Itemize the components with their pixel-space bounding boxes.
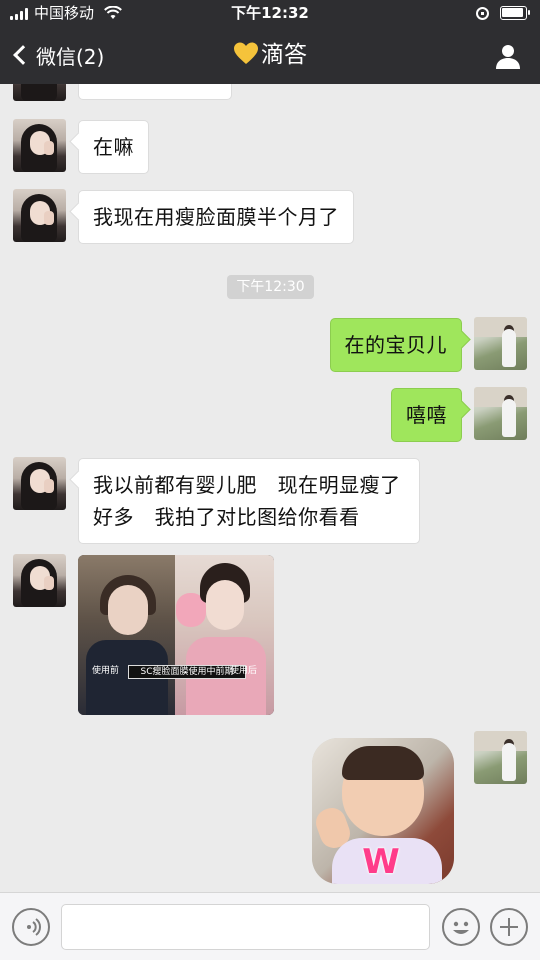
my-avatar[interactable] [474, 387, 527, 440]
emoji-icon [453, 921, 469, 934]
sticker-message[interactable]: W [312, 738, 454, 884]
message-bubble-outgoing[interactable]: 在的宝贝儿 [329, 318, 462, 372]
contact-avatar[interactable] [13, 189, 66, 242]
message-timestamp: 下午12:30 [227, 275, 314, 299]
message-bubble-incoming[interactable]: 我以前都有婴儿肥 现在明显瘦了 好多 我拍了对比图给你看看 [78, 458, 420, 544]
comparison-photo[interactable]: 使用前 SC瘦脸面膜使用中前期 使用后 [78, 555, 274, 715]
message-bubble-partial[interactable] [78, 84, 232, 100]
my-avatar[interactable] [474, 731, 527, 784]
chat-title: 滴答 [0, 38, 540, 72]
message-text: 在的宝贝儿 [344, 333, 447, 357]
message-input[interactable] [61, 904, 430, 950]
message-text: 在嘛 [93, 135, 134, 159]
contact-avatar[interactable] [13, 119, 66, 172]
sticker-letter: W [362, 842, 400, 882]
status-bar: 中国移动 下午12:32 [0, 0, 540, 26]
emoji-button[interactable] [442, 908, 480, 946]
photo-caption-after: 使用后 [230, 666, 258, 676]
message-text: 我现在用瘦脸面膜半个月了 [93, 205, 339, 229]
voice-icon [27, 918, 41, 936]
my-avatar[interactable] [474, 317, 527, 370]
contact-avatar[interactable] [13, 554, 66, 607]
message-text: 嘻嘻 [406, 403, 447, 427]
message-bubble-outgoing[interactable]: 嘻嘻 [391, 388, 462, 442]
top-bar: 中国移动 下午12:32 微信(2) 滴答 [0, 0, 540, 84]
message-bubble-incoming[interactable]: 在嘛 [78, 120, 149, 174]
status-time: 下午12:32 [231, 4, 309, 22]
message-text-line: 好多 我拍了对比图给你看看 [93, 505, 360, 529]
chat-title-text: 滴答 [261, 42, 307, 68]
plus-icon [500, 918, 518, 936]
message-bubble-incoming[interactable]: 我现在用瘦脸面膜半个月了 [78, 190, 354, 244]
contact-avatar[interactable] [13, 84, 66, 101]
contact-avatar[interactable] [13, 457, 66, 510]
more-button[interactable] [490, 908, 528, 946]
input-bar [0, 892, 540, 960]
photo-caption-before: 使用前 [92, 666, 120, 676]
yellow-heart-icon [234, 42, 258, 64]
photo-caption-middle: SC瘦脸面膜使用中前期 [128, 665, 246, 679]
battery-icon [500, 6, 530, 20]
voice-button[interactable] [12, 908, 50, 946]
orientation-lock-icon [476, 7, 489, 20]
message-text-line: 我以前都有婴儿肥 现在明显瘦了 [93, 473, 401, 497]
chat-area[interactable]: 在嘛 我现在用瘦脸面膜半个月了 下午12:30 在的宝贝儿 嘻嘻 我以前都有婴儿… [0, 84, 540, 892]
person-icon[interactable] [494, 42, 522, 70]
nav-bar: 微信(2) 滴答 [0, 26, 540, 84]
